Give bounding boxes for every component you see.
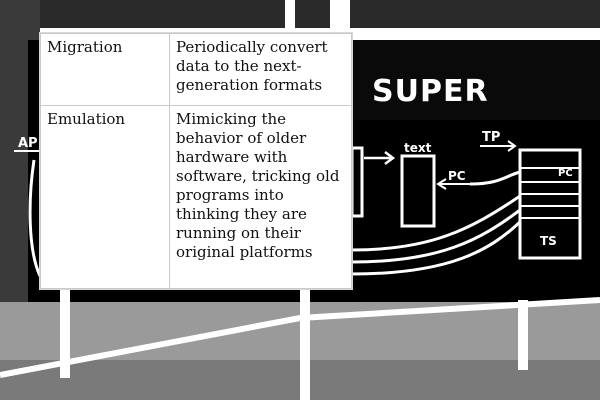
definition-table: Migration Periodically convert data to t…: [40, 33, 352, 289]
label-ap: AP: [18, 136, 38, 151]
board-title: SUPER: [372, 74, 489, 109]
definition-table-card: Migration Periodically convert data to t…: [40, 33, 352, 289]
definition-cell: Periodically convert data to the next-ge…: [169, 33, 352, 106]
table-row: Emulation Mimicking the behavior of olde…: [40, 105, 352, 289]
top-strip: [0, 0, 600, 28]
term-cell: Migration: [40, 33, 170, 106]
label-tp: TP: [482, 130, 500, 145]
label-ts: TS: [540, 234, 557, 248]
label-pc-left: PC: [448, 169, 466, 183]
top-post-2: [285, 0, 295, 34]
leg-right: [518, 300, 528, 370]
top-post: [330, 0, 350, 34]
term-cell: Emulation: [40, 105, 170, 289]
table-row: Migration Periodically convert data to t…: [40, 33, 352, 106]
definition-cell: Mimicking the behavior of older hardware…: [169, 105, 352, 289]
label-text: text: [404, 141, 432, 155]
leg-middle: [300, 288, 310, 400]
label-pc-right: PC: [558, 168, 573, 179]
